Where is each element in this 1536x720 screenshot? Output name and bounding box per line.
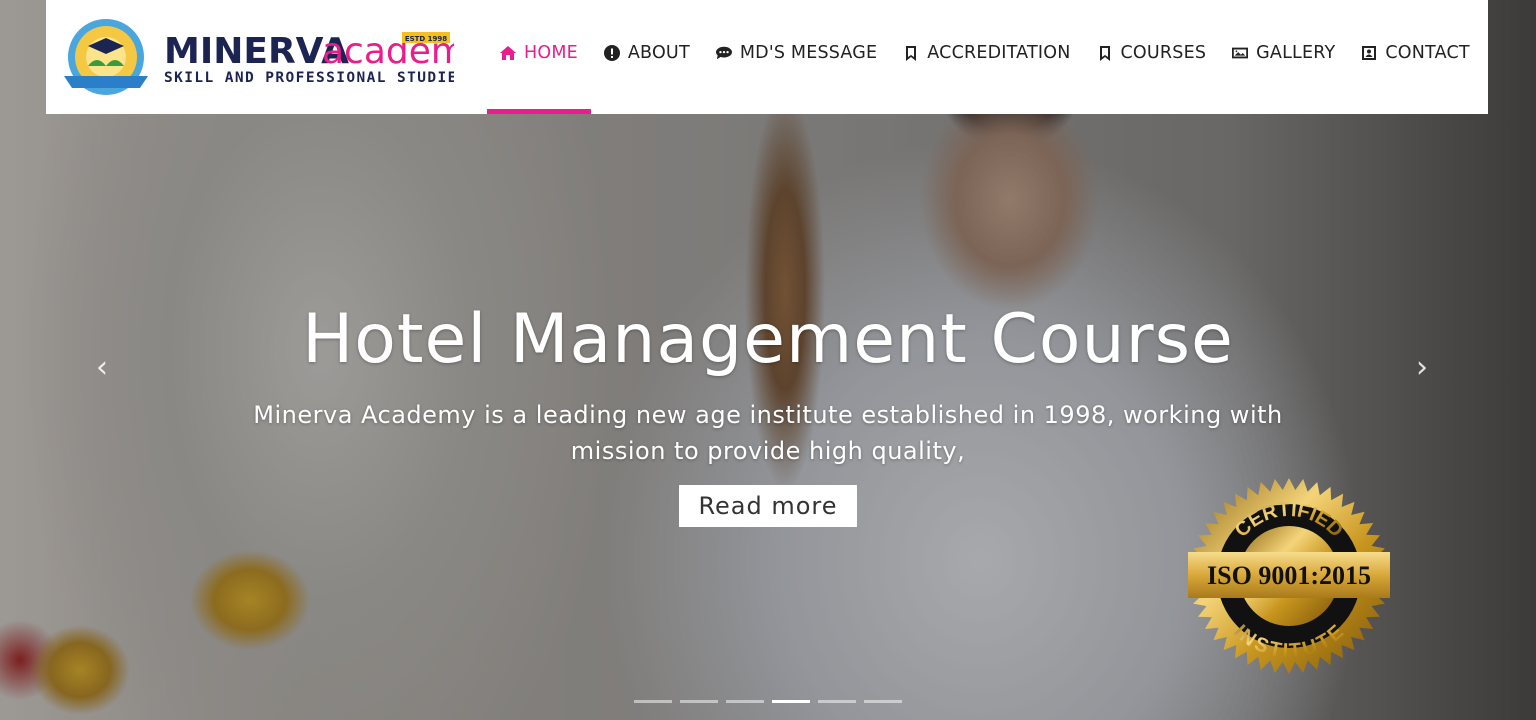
image-icon — [1232, 47, 1249, 59]
carousel-indicator[interactable] — [818, 700, 856, 703]
nav-about-label: ABOUT — [627, 43, 690, 63]
nav-md-message[interactable]: MD'S MESSAGE — [703, 0, 890, 106]
carousel-indicators — [634, 700, 902, 703]
nav-courses-label: COURSES — [1120, 43, 1207, 63]
site-header: MINERVA academy SKILL AND PROFESSIONAL S… — [46, 0, 1488, 114]
nav-gallery-label: GALLERY — [1256, 43, 1336, 63]
info-circle-icon — [603, 45, 620, 61]
carousel-indicator[interactable] — [772, 700, 810, 703]
nav-accreditation[interactable]: ACCREDITATION — [890, 0, 1083, 106]
nav-accreditation-label: ACCREDITATION — [927, 43, 1071, 63]
slide-text: Minerva Academy is a leading new age ins… — [253, 401, 1283, 465]
main-nav: HOME ABOUT MD'S MESSAGE ACCREDITATION CO… — [487, 0, 1483, 114]
nav-contact[interactable]: CONTACT — [1348, 0, 1482, 106]
carousel-indicator[interactable] — [726, 700, 764, 703]
iso-certified-seal: CERTIFIED INSTITUTE ISO 9001:2015 — [1186, 476, 1392, 680]
bookmark-icon — [906, 46, 917, 61]
logo[interactable]: MINERVA academy SKILL AND PROFESSIONAL S… — [64, 18, 487, 102]
logo-estd: ESTD 1998 — [405, 35, 447, 43]
bookmark-icon — [1099, 46, 1110, 61]
contact-card-icon — [1362, 46, 1377, 60]
logo-tagline: SKILL AND PROFESSIONAL STUDIES — [164, 70, 454, 86]
carousel-indicator[interactable] — [680, 700, 718, 703]
nav-home[interactable]: HOME — [487, 0, 591, 114]
nav-gallery[interactable]: GALLERY — [1219, 0, 1348, 106]
comment-dots-icon — [715, 46, 732, 60]
nav-about[interactable]: ABOUT — [591, 0, 703, 106]
carousel-indicator[interactable] — [864, 700, 902, 703]
nav-home-label: HOME — [524, 43, 578, 63]
read-more-button[interactable]: Read more — [679, 485, 857, 527]
nav-contact-label: CONTACT — [1385, 43, 1470, 63]
nav-md-message-label: MD'S MESSAGE — [739, 43, 878, 63]
seal-middle-text: ISO 9001:2015 — [1207, 561, 1371, 590]
nav-courses[interactable]: COURSES — [1084, 0, 1220, 106]
slide-title: Hotel Management Course — [302, 300, 1234, 379]
carousel-indicator[interactable] — [634, 700, 672, 703]
home-icon — [500, 46, 516, 60]
